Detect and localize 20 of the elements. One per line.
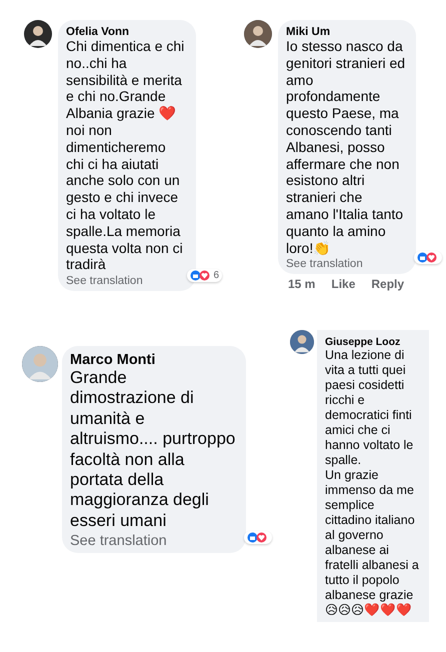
see-translation-link[interactable]: See translation [286,258,406,270]
avatar-icon[interactable] [244,20,272,48]
reaction-count: 6 [213,270,219,282]
reaction-icons[interactable] [247,532,269,544]
see-translation-link[interactable]: See translation [66,275,186,288]
reaction-icons[interactable] [190,270,212,282]
author-name[interactable]: Marco Monti [70,352,236,368]
see-translation-link[interactable]: See translation [70,533,236,550]
reaction-icons[interactable] [417,252,439,264]
comment-text: Grande dimostrazione di umanità e altruismo.... purtroppo facoltà non alla portata della maggioranza degli esseri umani [70,368,236,532]
comment-time: 15 m [288,277,316,292]
author-name[interactable]: Giuseppe Looz [325,336,423,348]
comment-text: Io stesso nasco da genitori stranieri ed amo profondamente questo Paese, ma conoscendo tanti Albanesi, posso affermare che non esistono altri stranieri che amano l'Italia tanto quanto la amino loro!👏 [286,38,406,256]
author-name[interactable]: Ofelia Vonn [66,26,186,38]
avatar-icon[interactable] [24,20,52,48]
comment-action[interactable]: Like [331,277,356,292]
comment-text: Chi dimentica e chi no..chi ha sensibilità e merita e chi no.Grande Albania grazie ❤ noi non dimenticheremo chi ci ha aiutati anche solo con un gesto e chi invece ci ha voltato le spalle.La memoria questa volta non ci tradirà [66,38,186,274]
author-name[interactable]: Miki Um [286,26,406,38]
comment-action[interactable]: Reply [371,277,404,292]
comment-text: Una lezione di vita a tutti quei paesi cosidetti ricchi e democratici finti amici che ci hanno voltato le spalle. Un grazie immenso da me semplice cittadino italiano al governo albanese ai fratelli albanesi a tutto il popolo albanese grazie 😥😥😥❤❤❤ [325,348,420,618]
